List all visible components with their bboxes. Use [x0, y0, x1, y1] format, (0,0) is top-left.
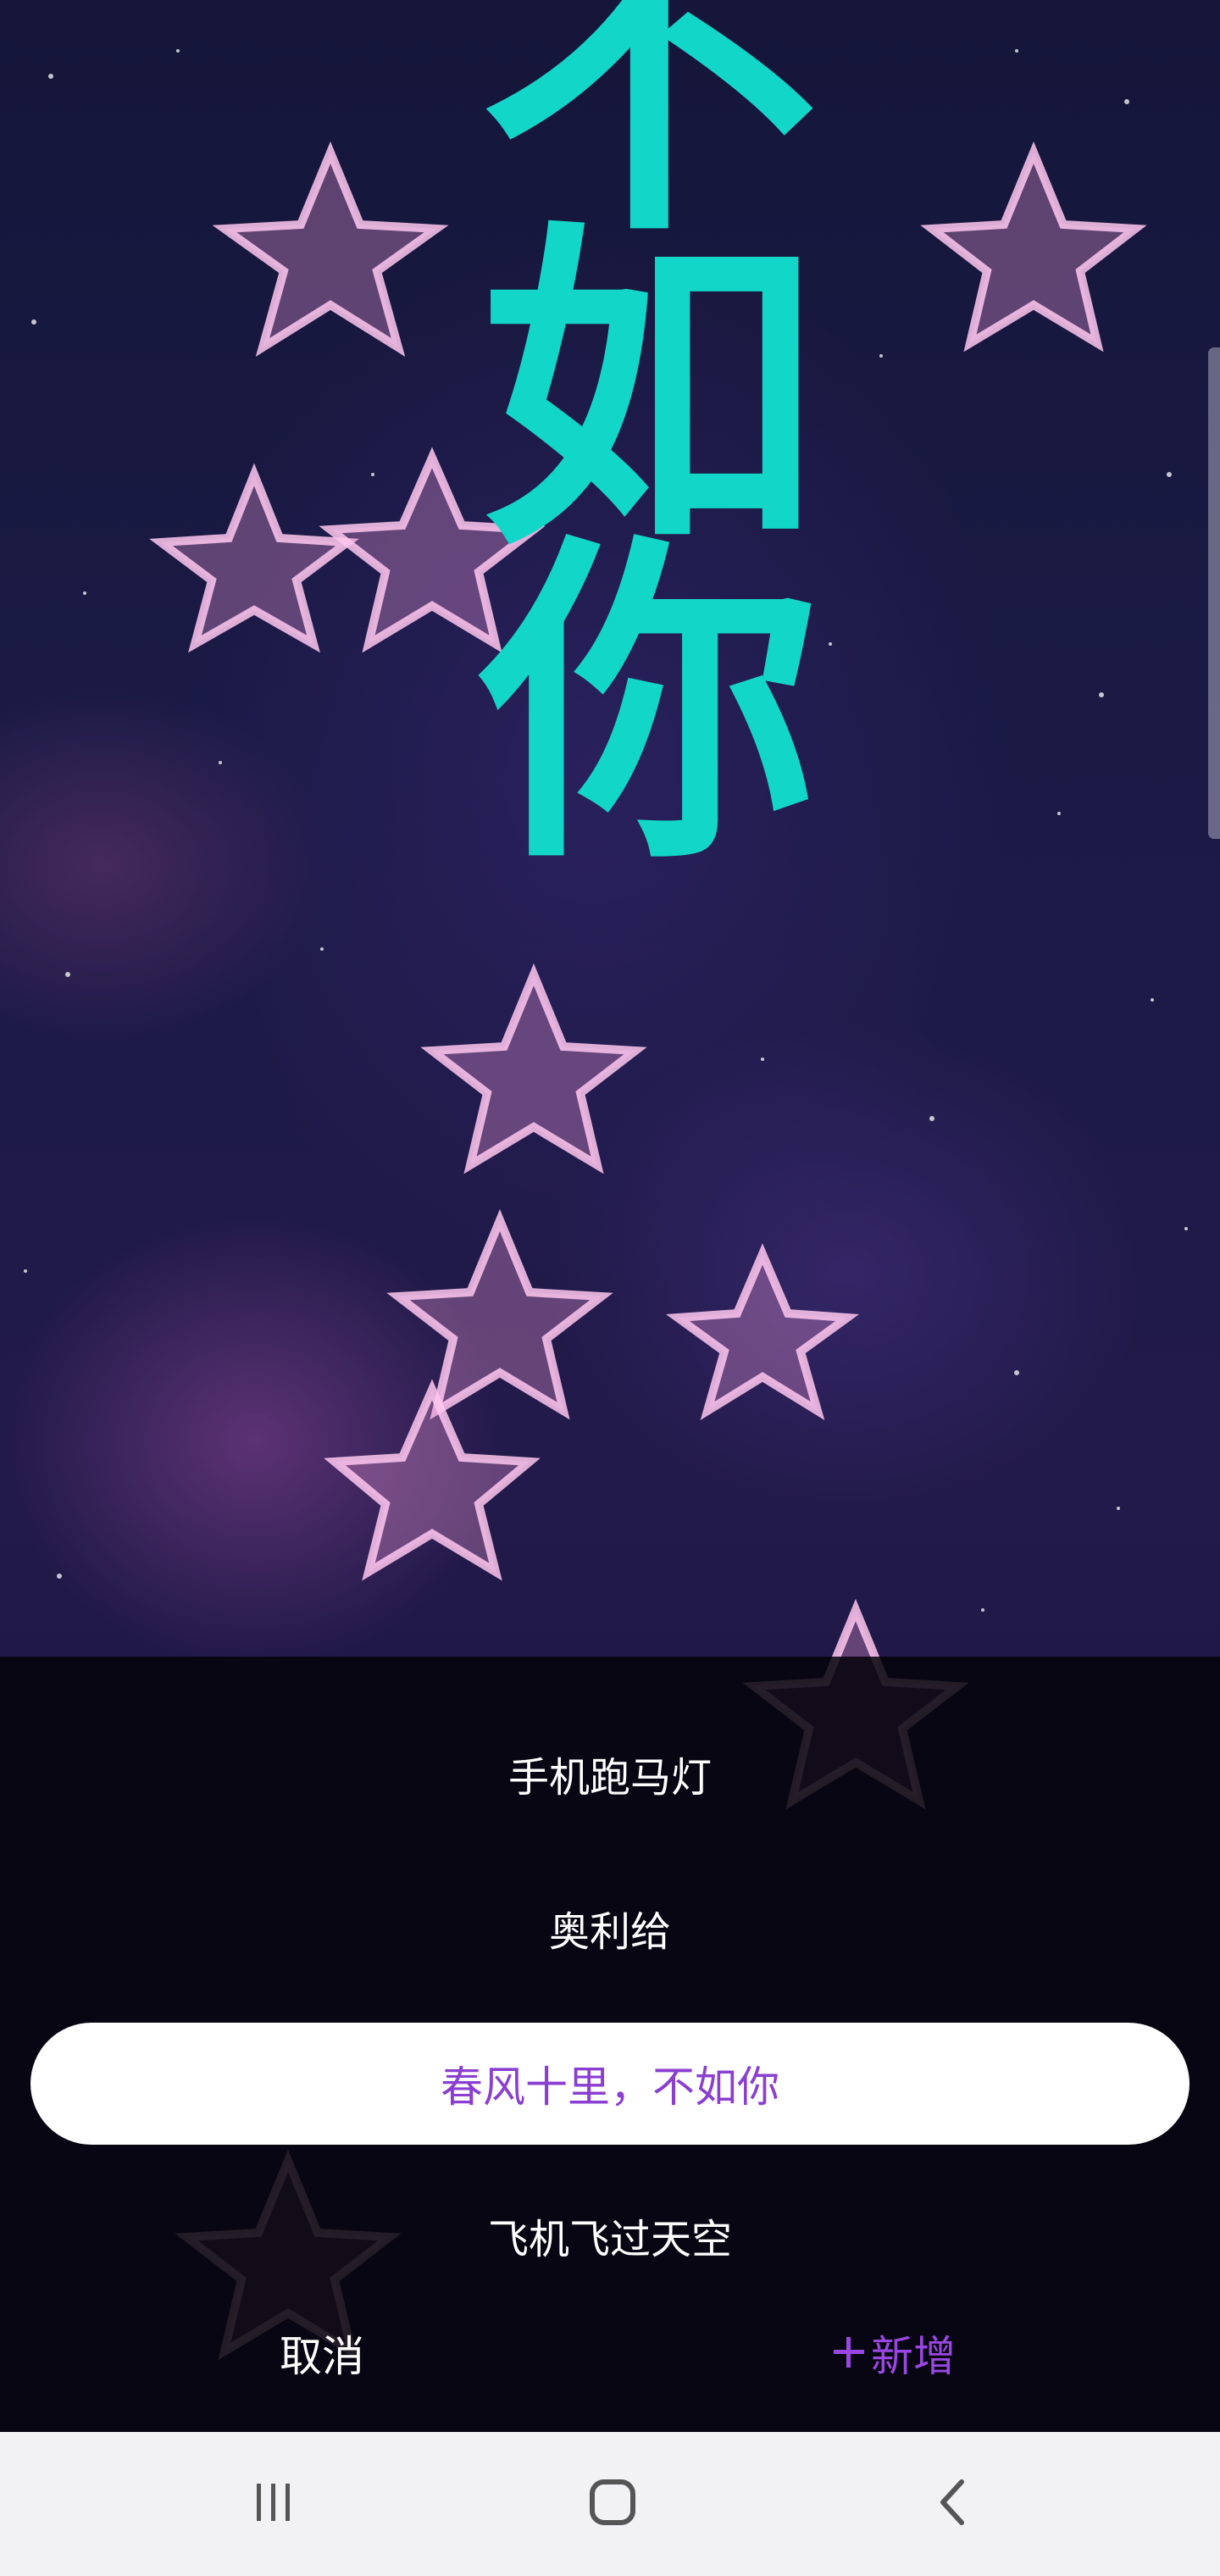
screen: 不如你 手机跑马灯 奥利给 春风十里，不如你 飞机飞过天空 取消 新增: [0, 0, 1220, 2576]
marquee-text: 不如你: [422, 0, 816, 839]
marquee-text-display: 不如你: [422, 0, 816, 881]
add-button[interactable]: 新增: [830, 2327, 983, 2386]
system-nav-bar: [0, 2432, 1220, 2576]
home-icon: [585, 2475, 640, 2533]
list-item-selected[interactable]: 春风十里，不如你: [30, 2023, 1190, 2145]
list-item[interactable]: 奥利给: [0, 1905, 1220, 1959]
back-button[interactable]: [907, 2462, 1000, 2546]
edge-panel-handle[interactable]: [1208, 347, 1220, 839]
list-item-label: 春风十里，不如你: [441, 2062, 779, 2112]
recent-apps-button[interactable]: [227, 2462, 320, 2546]
recent-apps-icon: [248, 2477, 299, 2531]
add-button-label: 新增: [871, 2332, 956, 2381]
back-icon: [928, 2477, 979, 2531]
plus-icon: [830, 2327, 868, 2386]
list-item[interactable]: 飞机飞过天空: [0, 2212, 1220, 2267]
home-button[interactable]: [566, 2462, 659, 2546]
cancel-button[interactable]: 取消: [254, 2327, 390, 2386]
list-item[interactable]: 手机跑马灯: [0, 1751, 1220, 1805]
